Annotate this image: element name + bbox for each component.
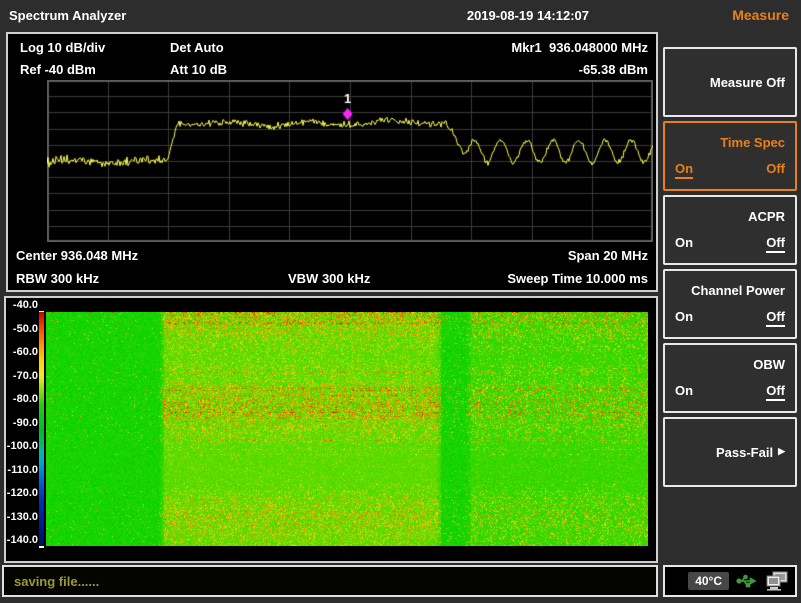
waterfall-scale-label: -80.0 [6,393,38,405]
vbw-label: VBW 300 kHz [288,271,370,286]
amplitude-scale-label: Log 10 dB/div [20,40,105,55]
marker-frequency-readout: Mkr1 936.048000 MHz [511,40,648,55]
datetime-label: 2019-08-19 14:12:07 [467,8,589,23]
time-spec-button[interactable]: Time Spec On Off [663,121,797,191]
waterfall-scale-label: -50.0 [6,323,38,335]
waterfall-scale-label: -140.0 [6,534,38,546]
channel-power-off-option[interactable]: Off [766,309,785,327]
acpr-label: ACPR [748,209,785,224]
waterfall-scale-label: -130.0 [6,511,38,523]
waterfall-panel: -40.0 -50.0 -60.0 -70.0 -80.0 -90.0 -100.0 -110… [4,296,658,563]
waterfall-scale-label: -110.0 [6,464,38,476]
waterfall-scale-tick [39,546,44,548]
network-computer-icon [765,571,789,591]
header: Spectrum Analyzer 2019-08-19 14:12:07 Me… [0,0,801,30]
waterfall-scale-label: -70.0 [6,370,38,382]
waterfall-scale-label: -120.0 [6,487,38,499]
measure-off-button[interactable]: Measure Off [663,47,797,117]
waterfall-spectrogram[interactable] [46,312,648,546]
time-spec-label: Time Spec [720,135,785,150]
spectrum-analyzer-screen: Spectrum Analyzer 2019-08-19 14:12:07 Me… [0,0,801,603]
ref-level-label: Ref -40 dBm [20,62,96,77]
acpr-off-option[interactable]: Off [766,235,785,253]
acpr-on-option[interactable]: On [675,235,693,253]
obw-button[interactable]: OBW On Off [663,343,797,413]
rbw-label: RBW 300 kHz [16,271,99,286]
status-message: saving file...... [14,574,99,589]
time-spec-on-option[interactable]: On [675,161,693,179]
spectrum-panel: Log 10 dB/div Det Auto Mkr1 936.048000 M… [6,32,658,292]
menu-title: Measure [732,7,789,23]
time-spec-off-option[interactable]: Off [766,161,785,179]
span-label: Span 20 MHz [568,248,648,263]
system-status-box: 40°C [663,565,797,597]
pass-fail-button[interactable]: Pass-Fail ▶ [663,417,797,487]
detector-label: Det Auto [170,40,224,55]
channel-power-label: Channel Power [691,283,785,298]
waterfall-scale-label: -40.0 [6,299,38,311]
waterfall-scale-label: -100.0 [6,440,38,452]
acpr-button[interactable]: ACPR On Off [663,195,797,265]
waterfall-scale-label: -60.0 [6,346,38,358]
attenuation-label: Att 10 dB [170,62,227,77]
channel-power-on-option[interactable]: On [675,309,693,327]
amplitude-colorbar [39,312,44,546]
waterfall-scale-label: -90.0 [6,417,38,429]
obw-off-option[interactable]: Off [766,383,785,401]
obw-on-option[interactable]: On [675,383,693,401]
status-bar: saving file...... [2,565,658,597]
obw-label: OBW [753,357,785,372]
app-title: Spectrum Analyzer [9,8,126,23]
channel-power-button[interactable]: Channel Power On Off [663,269,797,339]
sweep-time-label: Sweep Time 10.000 ms [507,271,648,286]
pass-fail-label: Pass-Fail [716,445,773,460]
spectrum-trace-plot[interactable] [47,80,653,242]
temperature-badge: 40°C [688,572,729,590]
submenu-arrow-icon: ▶ [778,446,785,457]
usb-icon [736,574,758,588]
center-frequency-label: Center 936.048 MHz [16,248,138,263]
measure-off-label: Measure Off [665,49,795,115]
marker-amplitude-readout: -65.38 dBm [579,62,648,77]
